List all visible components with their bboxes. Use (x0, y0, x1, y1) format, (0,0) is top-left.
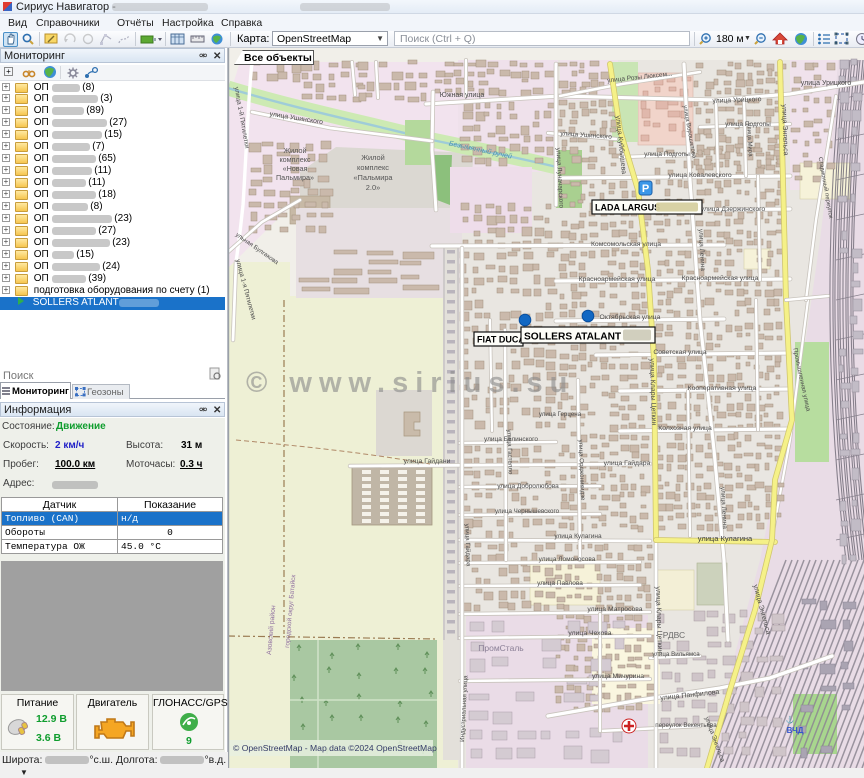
svg-text:Советская улица: Советская улица (653, 349, 707, 356)
svg-text:улица Герцена: улица Герцена (539, 411, 582, 418)
svg-text:Колхозная улица: Колхозная улица (658, 425, 712, 432)
svg-text:улица Ломоносова: улица Ломоносова (539, 556, 596, 563)
svg-text:Пальмира»: Пальмира» (276, 173, 314, 182)
svg-text:P: P (642, 183, 649, 195)
svg-text:Жилой: Жилой (361, 153, 385, 162)
svg-text:Красноармейская улица: Красноармейская улица (579, 275, 656, 283)
svg-text:комплекс: комплекс (357, 163, 389, 172)
svg-text:Кооперативная улица: Кооперативная улица (688, 385, 757, 392)
svg-text:улица Гайдани: улица Гайдани (404, 457, 451, 465)
svg-text:РДВС: РДВС (663, 630, 685, 640)
svg-text:улица Кулагина: улица Кулагина (554, 533, 602, 540)
svg-text:Жилой: Жилой (284, 146, 307, 155)
svg-text:улица Дзержинского: улица Дзержинского (701, 206, 766, 213)
svg-text:улица Матросова: улица Матросова (587, 606, 642, 613)
svg-text:комплекс: комплекс (279, 155, 310, 164)
svg-text:улица Гайдара: улица Гайдара (604, 459, 651, 467)
svg-text:© www.sirius.su: © www.sirius.su (246, 367, 574, 399)
svg-text:улица Добролюбова: улица Добролюбова (497, 482, 559, 490)
svg-text:Южная улица: Южная улица (440, 92, 485, 99)
svg-text:улица Чернышевского: улица Чернышевского (495, 508, 560, 515)
svg-text:улица Ковалевского: улица Ковалевского (668, 172, 731, 179)
svg-text:улица Чехова: улица Чехова (568, 630, 611, 637)
svg-text:SOLLERS ATALANT: SOLLERS ATALANT (524, 332, 622, 343)
svg-text:2.0»: 2.0» (366, 183, 380, 192)
svg-text:LADA LARGUS: LADA LARGUS (595, 203, 660, 213)
svg-text:улица Урицкого: улица Урицкого (801, 80, 852, 87)
svg-text:Октябрьская улица: Октябрьская улица (600, 313, 661, 321)
svg-text:«Новая: «Новая (283, 164, 308, 173)
svg-text:улица Мичурина: улица Мичурина (592, 673, 644, 680)
svg-text:улица Кулагина: улица Кулагина (698, 534, 753, 543)
svg-text:улица Павлова: улица Павлова (537, 580, 583, 587)
svg-text:ВЧД: ВЧД (787, 726, 804, 735)
svg-text:ПромСталь: ПромСталь (478, 643, 524, 653)
svg-text:Комсомольская улица: Комсомольская улица (591, 241, 661, 248)
svg-text:«Пальмира: «Пальмира (353, 173, 393, 182)
svg-text:улица Подгопы: улица Подгопы (644, 151, 690, 158)
svg-text:Красноармейская улица: Красноармейская улица (682, 274, 759, 282)
svg-text:⚓: ⚓ (786, 715, 795, 724)
svg-text:© OpenStreetMap - Map data ©20: © OpenStreetMap - Map data ©2024 OpenStr… (233, 743, 437, 753)
